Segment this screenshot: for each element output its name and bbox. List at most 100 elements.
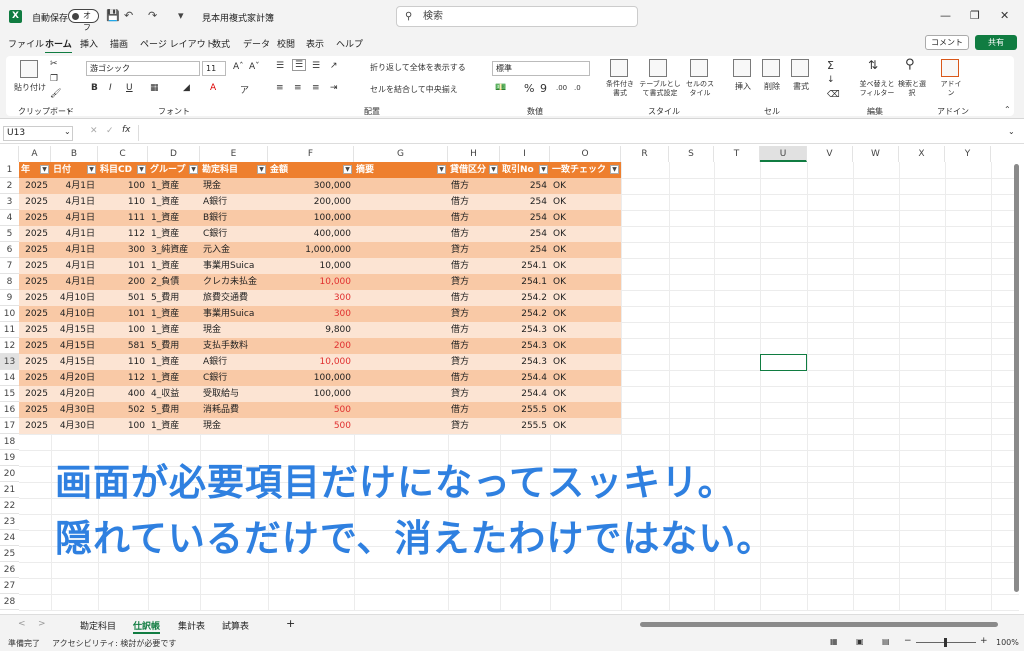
- table-cell[interactable]: 受取給与: [200, 386, 268, 402]
- filter-dropdown-icon[interactable]: ▼: [489, 165, 498, 174]
- zoom-level[interactable]: 100%: [996, 638, 1019, 647]
- table-cell[interactable]: 2025: [19, 418, 51, 434]
- save-icon[interactable]: 💾: [106, 9, 120, 22]
- font-size-select[interactable]: 11: [202, 61, 226, 76]
- close-icon[interactable]: ✕: [1000, 9, 1009, 22]
- paste-label[interactable]: 貼り付け: [14, 82, 46, 93]
- menu-page-layout[interactable]: ページ レイアウト: [140, 37, 215, 50]
- row-header[interactable]: 17: [0, 418, 19, 434]
- table-cell[interactable]: 300: [268, 290, 354, 306]
- fill-color-icon[interactable]: ◢: [183, 83, 190, 93]
- table-cell[interactable]: 254: [500, 210, 550, 226]
- row-header[interactable]: 15: [0, 386, 19, 402]
- table-header-cell[interactable]: 取引No ▼: [500, 162, 550, 178]
- table-cell[interactable]: OK: [550, 322, 621, 338]
- table-cell[interactable]: 255.5: [500, 402, 550, 418]
- table-cell[interactable]: 1_資産: [148, 370, 200, 386]
- table-cell[interactable]: [354, 210, 448, 226]
- table-cell[interactable]: OK: [550, 194, 621, 210]
- table-cell[interactable]: 112: [98, 226, 148, 242]
- table-cell[interactable]: 借方: [448, 194, 500, 210]
- table-cell[interactable]: 5_費用: [148, 290, 200, 306]
- table-cell[interactable]: 貸方: [448, 386, 500, 402]
- table-cell[interactable]: 1,000,000: [268, 242, 354, 258]
- cell-style-label[interactable]: セルのスタイル: [683, 80, 717, 98]
- table-cell[interactable]: 借方: [448, 210, 500, 226]
- minimize-icon[interactable]: —: [940, 9, 951, 22]
- table-cell[interactable]: 4_収益: [148, 386, 200, 402]
- row-header[interactable]: 8: [0, 274, 19, 290]
- border-icon[interactable]: ▦: [150, 83, 159, 93]
- table-cell[interactable]: 400: [98, 386, 148, 402]
- table-cell[interactable]: OK: [550, 210, 621, 226]
- filter-dropdown-icon[interactable]: ▼: [137, 165, 146, 174]
- conditional-format-icon[interactable]: [610, 59, 628, 77]
- select-all-corner[interactable]: [0, 146, 19, 162]
- table-cell[interactable]: 110: [98, 354, 148, 370]
- font-color-icon[interactable]: A: [210, 83, 216, 93]
- number-format-select[interactable]: 標準: [492, 61, 590, 76]
- table-cell[interactable]: 10,000: [268, 258, 354, 274]
- zoom-slider-thumb[interactable]: [944, 638, 947, 647]
- delete-cells-label[interactable]: 削除: [764, 81, 780, 92]
- table-cell[interactable]: [354, 274, 448, 290]
- table-cell[interactable]: 4月1日: [51, 210, 98, 226]
- table-cell[interactable]: 2025: [19, 258, 51, 274]
- table-cell[interactable]: 借方: [448, 402, 500, 418]
- restore-icon[interactable]: ❐: [970, 9, 980, 22]
- enter-icon[interactable]: ✓: [106, 126, 114, 136]
- align-top-icon[interactable]: ☰: [276, 61, 284, 71]
- row-header[interactable]: 18: [0, 434, 19, 450]
- table-cell[interactable]: OK: [550, 402, 621, 418]
- table-cell[interactable]: 貸方: [448, 306, 500, 322]
- chevron-down-icon[interactable]: ⌄: [267, 11, 274, 20]
- autosave-toggle[interactable]: オフ: [68, 9, 99, 32]
- table-cell[interactable]: 101: [98, 306, 148, 322]
- format-cells-label[interactable]: 書式: [793, 81, 809, 92]
- table-cell[interactable]: 借方: [448, 258, 500, 274]
- dialog-launcher-icon[interactable]: ↘: [66, 107, 71, 114]
- table-cell[interactable]: A銀行: [200, 194, 268, 210]
- table-cell[interactable]: 2025: [19, 370, 51, 386]
- table-cell[interactable]: 4月20日: [51, 370, 98, 386]
- table-cell[interactable]: 貸方: [448, 418, 500, 434]
- insert-cells-icon[interactable]: [733, 59, 751, 77]
- filter-dropdown-icon[interactable]: ▼: [257, 165, 266, 174]
- table-cell[interactable]: 1_資産: [148, 258, 200, 274]
- table-cell[interactable]: OK: [550, 274, 621, 290]
- table-cell[interactable]: [354, 386, 448, 402]
- table-cell[interactable]: 2025: [19, 210, 51, 226]
- font-grow-icon[interactable]: Aˆ: [233, 62, 244, 72]
- table-cell[interactable]: 2025: [19, 194, 51, 210]
- table-cell[interactable]: OK: [550, 418, 621, 434]
- column-header[interactable]: E: [200, 146, 268, 162]
- row-header[interactable]: 24: [0, 530, 19, 546]
- column-header[interactable]: D: [148, 146, 200, 162]
- table-cell[interactable]: 502: [98, 402, 148, 418]
- row-header[interactable]: 12: [0, 338, 19, 354]
- column-header[interactable]: I: [500, 146, 550, 162]
- table-cell[interactable]: OK: [550, 290, 621, 306]
- zoom-out-icon[interactable]: −: [904, 636, 912, 646]
- page-break-view-icon[interactable]: ▤: [882, 637, 890, 646]
- table-cell[interactable]: 254.3: [500, 322, 550, 338]
- table-cell[interactable]: 2025: [19, 306, 51, 322]
- table-cell[interactable]: [354, 402, 448, 418]
- table-cell[interactable]: [354, 226, 448, 242]
- table-cell[interactable]: [354, 418, 448, 434]
- table-cell[interactable]: 254: [500, 178, 550, 194]
- format-table-label[interactable]: テーブルとして書式設定: [638, 80, 682, 98]
- underline-icon[interactable]: U: [126, 83, 133, 93]
- table-cell[interactable]: 110: [98, 194, 148, 210]
- table-cell[interactable]: [354, 178, 448, 194]
- table-cell[interactable]: 消耗品費: [200, 402, 268, 418]
- table-cell[interactable]: 5_費用: [148, 402, 200, 418]
- format-cells-icon[interactable]: [791, 59, 809, 77]
- menu-data[interactable]: データ: [243, 37, 270, 50]
- align-center-icon[interactable]: ≡: [294, 83, 302, 93]
- table-cell[interactable]: 2025: [19, 322, 51, 338]
- sheet-tab-shukei[interactable]: 集計表: [178, 619, 205, 632]
- column-header[interactable]: B: [51, 146, 98, 162]
- table-cell[interactable]: 貸方: [448, 242, 500, 258]
- table-cell[interactable]: OK: [550, 370, 621, 386]
